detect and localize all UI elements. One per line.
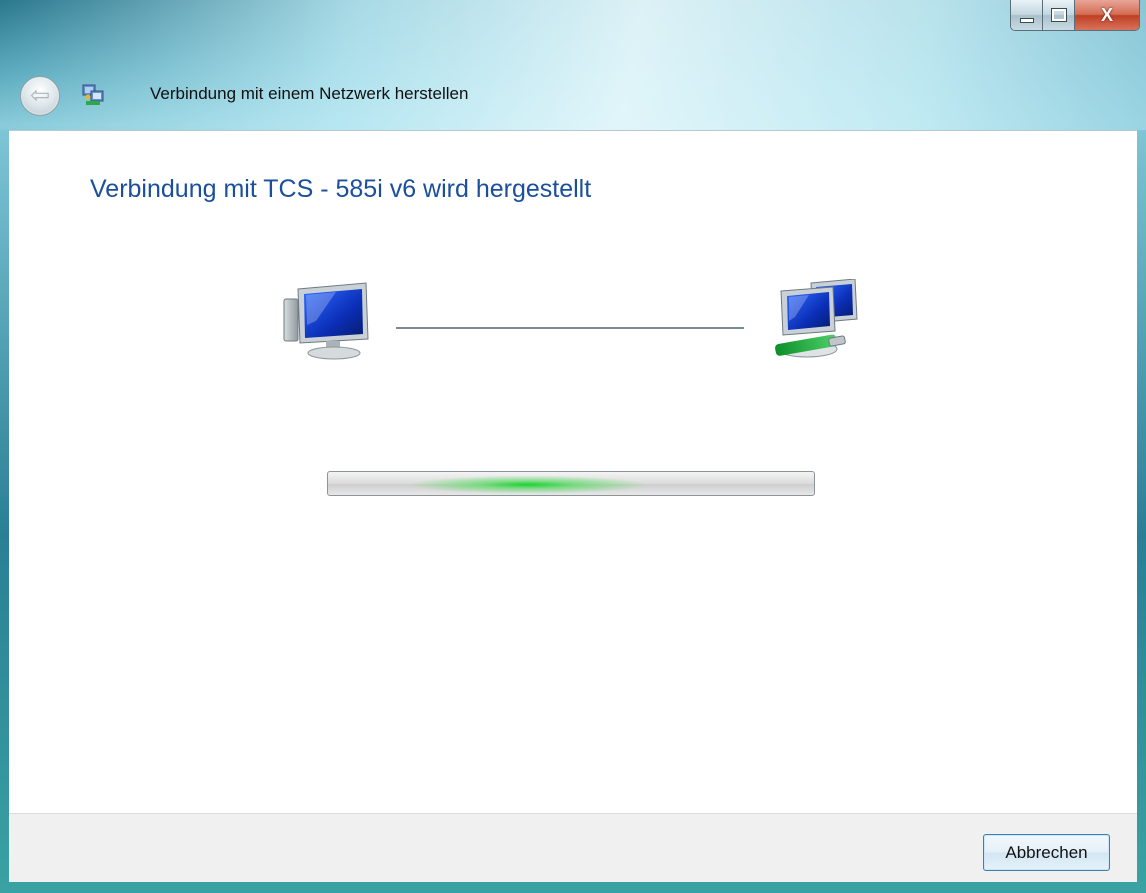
maximize-button[interactable] <box>1043 0 1075 30</box>
close-icon: X <box>1100 4 1113 25</box>
caption-buttons: X <box>1010 0 1140 31</box>
button-bar: Abbrechen <box>9 813 1137 882</box>
maximize-icon <box>1050 8 1067 22</box>
navigation-bar: ⇦ Verbindung mit einem Netzwerk herstell… <box>0 70 1146 122</box>
back-arrow-icon: ⇦ <box>29 82 51 109</box>
page-heading: Verbindung mit TCS - 585i v6 wird herges… <box>90 175 592 203</box>
wizard-window: X ⇦ Verbindung mit einem Netzwerk herste… <box>0 0 1146 893</box>
minimize-button[interactable] <box>1011 0 1043 30</box>
connection-line <box>396 327 744 329</box>
window-title: Verbindung mit einem Netzwerk herstellen <box>150 84 469 103</box>
close-button[interactable]: X <box>1075 0 1139 30</box>
back-button[interactable]: ⇦ <box>20 76 60 116</box>
content-panel: Verbindung mit TCS - 585i v6 wird herges… <box>9 130 1137 814</box>
minimize-icon <box>1019 17 1034 23</box>
progress-bar <box>327 471 815 496</box>
computer-icon <box>283 282 369 360</box>
network-icon <box>775 279 858 358</box>
network-connect-icon <box>82 84 104 105</box>
progress-marquee <box>408 472 648 495</box>
cancel-button[interactable]: Abbrechen <box>983 834 1110 871</box>
